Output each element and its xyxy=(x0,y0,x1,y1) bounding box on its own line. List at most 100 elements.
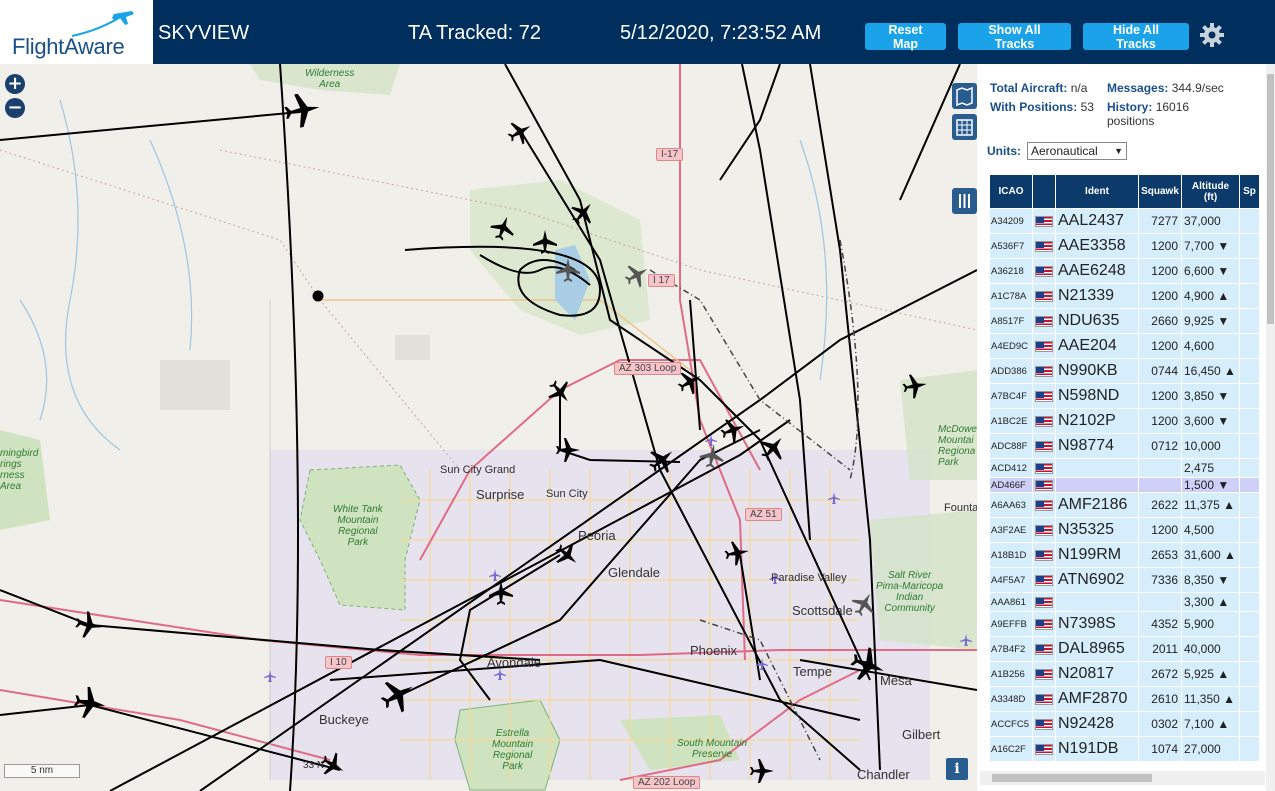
flightaware-logo[interactable]: FlightAware xyxy=(0,0,153,64)
flag-cell xyxy=(1032,408,1056,434)
table-row[interactable]: A4ED9C AAE204 1200 4,600 xyxy=(989,333,1260,359)
zoom-out-button[interactable]: − xyxy=(5,98,25,118)
table-row[interactable]: A18B1D N199RM 2653 31,600 ▲ xyxy=(989,542,1260,568)
ident-cell xyxy=(1055,592,1139,612)
table-row[interactable]: A3F2AE N35325 1200 4,500 xyxy=(989,517,1260,543)
columns-toggle-icon[interactable] xyxy=(952,188,977,214)
map-view[interactable]: + − Wilderness Area mingbird rings rness… xyxy=(0,64,977,791)
vertical-scrollbar[interactable] xyxy=(1266,64,1275,791)
col-ident[interactable]: Ident xyxy=(1055,174,1139,209)
units-select[interactable]: Aeronautical ▼ xyxy=(1027,142,1127,160)
table-row[interactable]: A1B256 N20817 2672 5,925 ▲ xyxy=(989,661,1260,687)
altitude-cell: 3,300 ▲ xyxy=(1181,592,1240,612)
flag-cell xyxy=(1032,208,1056,234)
icao-cell: A18B1D xyxy=(989,542,1033,568)
altitude-cell: 3,600 ▼ xyxy=(1181,408,1240,434)
hwy-az51: AZ 51 xyxy=(745,508,782,521)
col-altitude[interactable]: Altitude (ft) xyxy=(1181,174,1240,209)
hide-all-tracks-button[interactable]: Hide All Tracks xyxy=(1083,23,1189,51)
ident-cell: AMF2186 xyxy=(1055,492,1139,518)
col-icao[interactable]: ICAO xyxy=(989,174,1033,209)
speed-cell xyxy=(1239,517,1260,543)
squawk-cell: 2610 xyxy=(1138,686,1182,712)
us-flag-icon xyxy=(1035,441,1053,453)
altitude-cell: 5,900 xyxy=(1181,611,1240,637)
total-aircraft-label: Total Aircraft: xyxy=(990,81,1068,95)
flag-cell xyxy=(1032,517,1056,543)
icao-cell: A7BC4F xyxy=(989,383,1033,409)
altitude-cell: 1,500 ▼ xyxy=(1181,477,1240,493)
table-row[interactable]: A7BC4F N598ND 1200 3,850 ▼ xyxy=(989,383,1260,409)
icao-cell: A4ED9C xyxy=(989,333,1033,359)
tracked-count: TA Tracked: 72 xyxy=(408,22,542,44)
squawk-cell: 0712 xyxy=(1138,433,1182,459)
hwy-az202: AZ 202 Loop xyxy=(633,776,701,789)
table-row[interactable]: A3348D AMF2870 2610 11,350 ▲ xyxy=(989,686,1260,712)
table-row[interactable]: A36218 AAE6248 1200 6,600 ▼ xyxy=(989,258,1260,284)
mcdowell-label: McDowel Mountai Regiona Park xyxy=(938,424,977,468)
altitude-cell: 31,600 ▲ xyxy=(1181,542,1240,568)
table-row[interactable]: A6AA63 AMF2186 2622 11,375 ▲ xyxy=(989,492,1260,518)
flag-cell xyxy=(1032,542,1056,568)
squawk-cell: 4352 xyxy=(1138,611,1182,637)
flag-cell xyxy=(1032,308,1056,334)
icao-cell: ADC88F xyxy=(989,433,1033,459)
squawk-cell: 1200 xyxy=(1138,383,1182,409)
table-row[interactable]: ADC88F N98774 0712 10,000 xyxy=(989,433,1260,459)
speed-cell xyxy=(1239,711,1260,737)
hwy-i17: I 17 xyxy=(648,274,675,287)
zoom-in-button[interactable]: + xyxy=(5,74,25,94)
table-row[interactable]: ADD386 N990KB 0744 16,450 ▲ xyxy=(989,358,1260,384)
table-row[interactable]: A34209 AAL2437 7277 37,000 xyxy=(989,208,1260,234)
horizontal-scrollbar[interactable] xyxy=(980,771,1265,785)
show-all-tracks-button[interactable]: Show All Tracks xyxy=(958,23,1071,51)
messages-value: 344.9/sec xyxy=(1171,81,1224,95)
table-row[interactable]: A7B4F2 DAL8965 2011 40,000 xyxy=(989,636,1260,662)
city-mesa: Mesa xyxy=(880,673,912,688)
table-row[interactable]: ACD412 2,475 xyxy=(989,458,1260,478)
flag-cell xyxy=(1032,636,1056,662)
flag-cell xyxy=(1032,458,1056,478)
flag-cell xyxy=(1032,433,1056,459)
col-squawk[interactable]: Squawk xyxy=(1138,174,1182,209)
aircraft-table-body: A34209 AAL2437 7277 37,000 A536F7 AAE3358 1200… xyxy=(989,208,1260,762)
speed-cell xyxy=(1239,636,1260,662)
table-row[interactable]: A536F7 AAE3358 1200 7,700 ▼ xyxy=(989,233,1260,259)
map-layers-icon[interactable] xyxy=(952,83,977,109)
city-scottsdale: Scottsdale xyxy=(792,603,853,618)
table-row[interactable]: A4F5A7 ATN6902 7336 8,350 ▼ xyxy=(989,567,1260,593)
col-flag[interactable] xyxy=(1032,174,1056,209)
table-row[interactable]: AAA861 3,300 ▲ xyxy=(989,592,1260,612)
us-flag-icon xyxy=(1035,644,1053,656)
map-canvas[interactable] xyxy=(0,64,977,791)
flag-cell xyxy=(1032,736,1056,762)
icao-cell: A3348D xyxy=(989,686,1033,712)
altitude-cell: 8,350 ▼ xyxy=(1181,567,1240,593)
table-row[interactable]: AD466F 1,500 ▼ xyxy=(989,477,1260,493)
info-button[interactable]: i xyxy=(946,758,968,780)
table-row[interactable]: A1C78A N21339 1200 4,900 ▲ xyxy=(989,283,1260,309)
table-row[interactable]: A1BC2E N2102P 1200 3,600 ▼ xyxy=(989,408,1260,434)
ident-cell: NDU635 xyxy=(1055,308,1139,334)
icao-cell: ACD412 xyxy=(989,458,1033,478)
table-row[interactable]: A8517F NDU635 2660 9,925 ▼ xyxy=(989,308,1260,334)
icao-cell: A7B4F2 xyxy=(989,636,1033,662)
table-row[interactable]: A16C2F N191DB 1074 27,000 xyxy=(989,736,1260,762)
table-row[interactable]: ACCFC5 N92428 0302 7,100 ▲ xyxy=(989,711,1260,737)
ident-cell: AAE6248 xyxy=(1055,258,1139,284)
grid-toggle-icon[interactable] xyxy=(952,114,977,140)
ident-cell: N199RM xyxy=(1055,542,1139,568)
icao-cell: A1C78A xyxy=(989,283,1033,309)
units-label: Units: xyxy=(987,144,1021,158)
ident-cell: N191DB xyxy=(1055,736,1139,762)
altitude-cell: 11,375 ▲ xyxy=(1181,492,1240,518)
us-flag-icon xyxy=(1035,719,1053,731)
col-speed[interactable]: Sp xyxy=(1239,174,1260,209)
table-row[interactable]: A9EFFB N7398S 4352 5,900 xyxy=(989,611,1260,637)
reset-map-button[interactable]: Reset Map xyxy=(865,23,946,51)
settings-gear-icon[interactable] xyxy=(1199,22,1225,48)
altitude-cell: 4,600 xyxy=(1181,333,1240,359)
squawk-cell: 1074 xyxy=(1138,736,1182,762)
city-fountain: Founta xyxy=(944,502,977,514)
ident-cell: N35325 xyxy=(1055,517,1139,543)
